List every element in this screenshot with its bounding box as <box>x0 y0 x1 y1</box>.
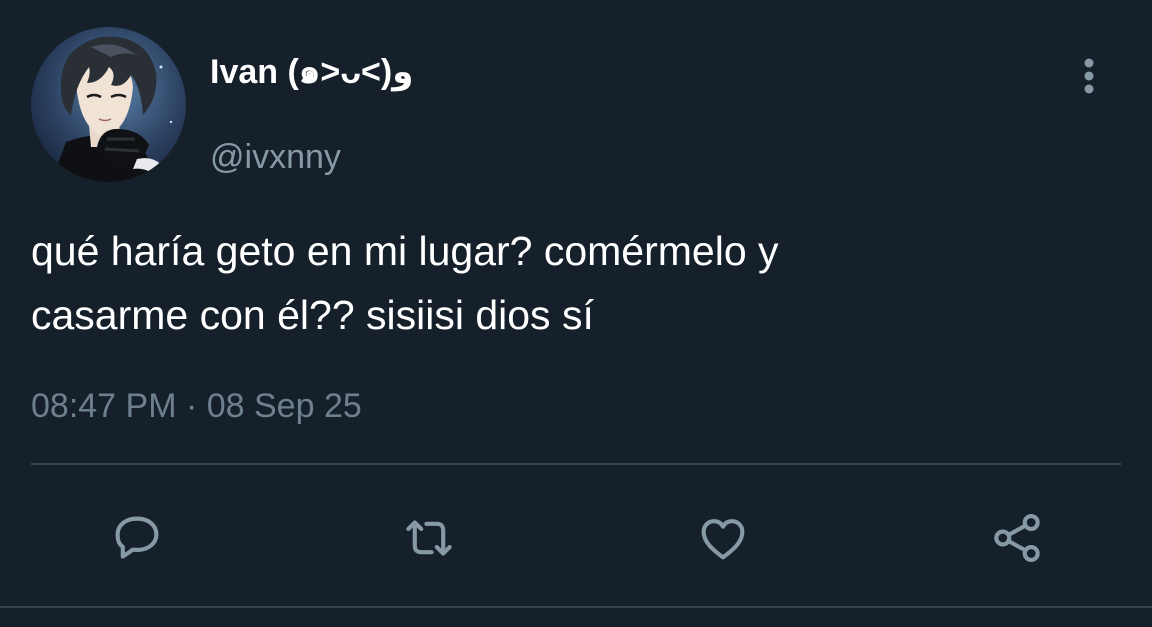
divider <box>31 463 1121 465</box>
bottom-divider <box>0 606 1152 608</box>
retweet-button[interactable] <box>398 507 460 569</box>
reply-button[interactable] <box>106 507 168 569</box>
share-icon <box>994 513 1040 563</box>
tweet-timestamp[interactable]: 08:47 PM · 08 Sep 25 <box>31 383 362 429</box>
like-button[interactable] <box>692 507 754 569</box>
author-display-name[interactable]: Ivan (๑>ᴗ<)و <box>210 48 413 96</box>
retweet-icon <box>406 520 452 556</box>
tweet-text: qué haría geto en mi lugar? comérmelo y … <box>31 228 779 338</box>
anime-character-avatar <box>31 27 186 182</box>
more-vertical-icon[interactable] <box>1072 55 1106 97</box>
author-avatar[interactable] <box>31 27 186 182</box>
author-handle[interactable]: @ivxnny <box>210 134 341 180</box>
share-button[interactable] <box>986 507 1048 569</box>
like-icon <box>701 519 745 560</box>
reply-icon <box>115 516 159 559</box>
